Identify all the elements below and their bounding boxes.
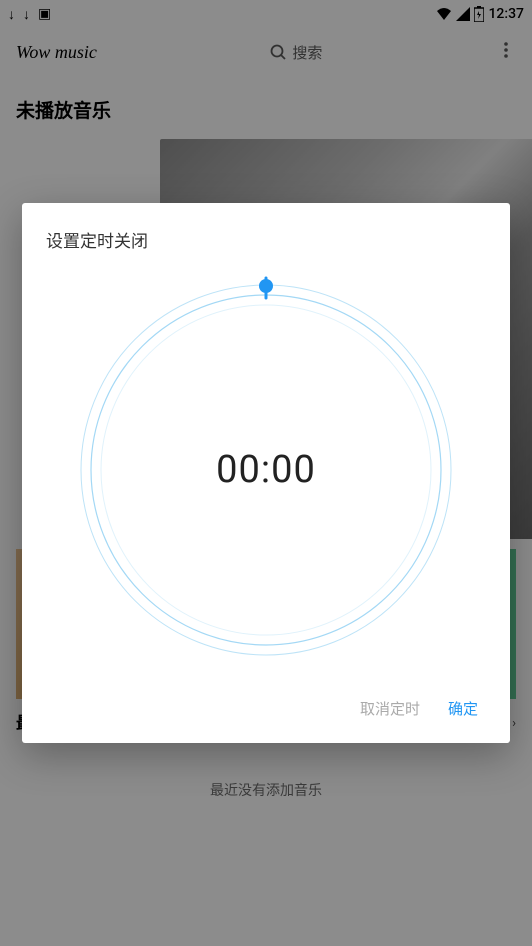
clock-container: 00:00 bbox=[46, 260, 486, 690]
modal-overlay[interactable]: 设置定时关闭 00:00 取消定时 确定 bbox=[0, 0, 532, 946]
dialog-title: 设置定时关闭 bbox=[46, 227, 486, 252]
timer-dialog: 设置定时关闭 00:00 取消定时 确定 bbox=[22, 203, 510, 743]
confirm-button[interactable]: 确定 bbox=[448, 698, 478, 719]
time-display: 00:00 bbox=[216, 448, 316, 492]
timer-clock[interactable]: 00:00 bbox=[66, 270, 466, 670]
dialog-actions: 取消定时 确定 bbox=[46, 690, 486, 719]
cancel-button[interactable]: 取消定时 bbox=[360, 698, 420, 719]
